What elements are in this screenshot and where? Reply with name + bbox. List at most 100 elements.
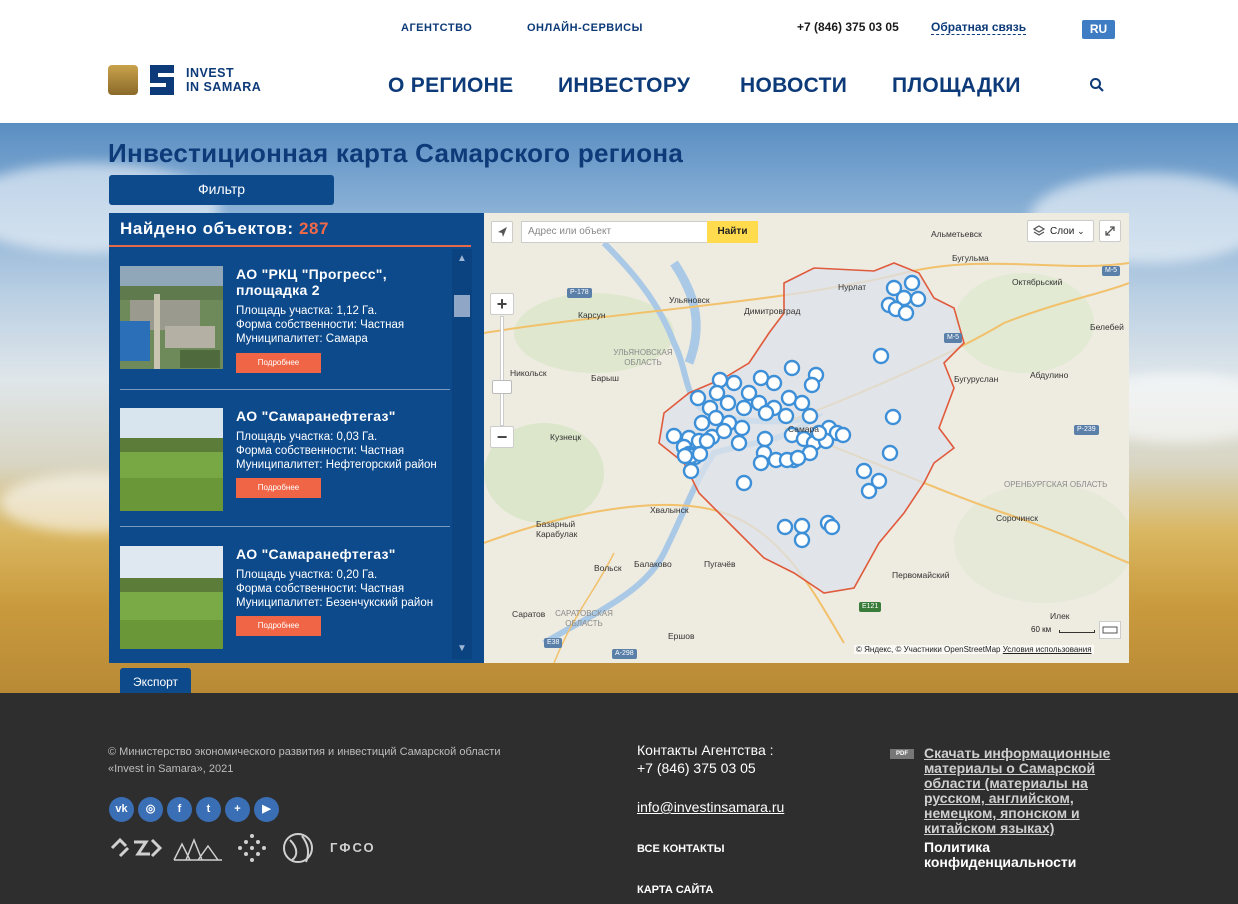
map-scale-label: 60 км xyxy=(1031,625,1052,634)
item-more-button[interactable]: Подробнее xyxy=(236,353,321,373)
item-title[interactable]: АО "Самаранефтегаз" xyxy=(236,546,456,562)
nav-news[interactable]: НОВОСТИ xyxy=(740,74,847,98)
map-city-label: Белебей xyxy=(1090,322,1124,332)
zoom-slider-handle[interactable] xyxy=(492,380,512,394)
list-item: АО "Самаранефтегаз" Площадь участка: 0,0… xyxy=(120,408,450,533)
results-panel: Найдено объектов: 287 АО "РКЦ "Прогресс"… xyxy=(109,213,484,663)
item-ownership: Форма собственности: Частная xyxy=(236,445,405,457)
item-photo[interactable] xyxy=(120,546,223,649)
all-contacts-link[interactable]: ВСЕ КОНТАКТЫ xyxy=(637,843,725,855)
item-title[interactable]: АО "РКЦ "Прогресс", площадка 2 xyxy=(236,266,456,298)
road-badge: Е38 xyxy=(544,638,563,648)
item-photo[interactable] xyxy=(120,408,223,511)
youtube-icon[interactable]: ▶ xyxy=(254,797,279,822)
site-footer: © Министерство экономического развития и… xyxy=(0,693,1238,904)
road-badge: E121 xyxy=(859,602,882,612)
twitter-icon[interactable]: t xyxy=(196,797,221,822)
map-city-label: Сорочинск xyxy=(996,513,1038,523)
header-phone[interactable]: +7 (846) 375 03 05 xyxy=(797,20,899,34)
road-badge: М-5 xyxy=(944,333,963,343)
map-city-label: Октябрьский xyxy=(1012,277,1063,287)
results-scrollbar[interactable]: ▲ ▼ xyxy=(452,249,472,659)
map-city-label: Балаково xyxy=(634,559,672,569)
item-title[interactable]: АО "Самаранефтегаз" xyxy=(236,408,456,424)
facebook-icon[interactable]: f xyxy=(167,797,192,822)
contacts-email[interactable]: info@investinsamara.ru xyxy=(637,799,784,815)
item-municipality: Муниципалитет: Безенчукский район xyxy=(236,597,434,609)
logo-line-2: IN SAMARA xyxy=(186,80,262,94)
map-city-label: Ульяновск xyxy=(669,295,710,305)
partner-logo-1-icon[interactable] xyxy=(108,832,164,864)
map-city-label: Альметьевск xyxy=(931,229,982,239)
fullscreen-button[interactable] xyxy=(1099,220,1121,242)
map-city-label: Пугачёв xyxy=(704,559,736,569)
partner-logo-3-icon[interactable] xyxy=(232,832,272,864)
nav-investor[interactable]: ИНВЕСТОРУ xyxy=(558,74,690,98)
layers-label: Слои xyxy=(1050,226,1075,237)
location-arrow-icon xyxy=(498,227,507,237)
partner-logo-4-icon[interactable] xyxy=(282,832,318,864)
ruler-icon xyxy=(1102,626,1118,634)
ruler-button[interactable] xyxy=(1099,621,1121,639)
item-more-button[interactable]: Подробнее xyxy=(236,478,321,498)
odnoklassniki-icon[interactable]: + xyxy=(225,797,250,822)
scroll-up-arrow-icon[interactable]: ▲ xyxy=(452,251,472,267)
map-city-label: Базарный Карабулак xyxy=(536,519,578,539)
vk-icon[interactable]: vk xyxy=(109,797,134,822)
road-badge: М-5 xyxy=(1102,266,1121,276)
map-city-label: Димитровград xyxy=(744,306,801,316)
zoom-slider-track[interactable] xyxy=(500,316,504,426)
partner-logo-2-icon[interactable] xyxy=(172,832,224,864)
nav-sites[interactable]: ПЛОЩАДКИ xyxy=(892,74,1021,98)
item-area: Площадь участка: 0,20 Га. xyxy=(236,569,378,581)
top-link-online-services[interactable]: ОНЛАЙН-СЕРВИСЫ xyxy=(527,22,643,34)
zoom-in-button[interactable]: + xyxy=(490,293,514,315)
contacts-phone[interactable]: +7 (846) 375 03 05 xyxy=(637,760,756,776)
site-logo[interactable]: INVEST IN SAMARA xyxy=(108,63,278,97)
logo-line-1: INVEST xyxy=(186,66,235,80)
map-region-label: УЛЬЯНОВСКАЯ ОБЛАСТЬ xyxy=(613,348,673,367)
search-icon[interactable] xyxy=(1089,77,1105,93)
chevron-down-icon: ⌄ xyxy=(1077,226,1085,236)
map-region-label: САРАТОВСКАЯ ОБЛАСТЬ xyxy=(555,609,613,628)
header-divider xyxy=(109,245,471,247)
privacy-policy-link[interactable]: Политика конфиденциальности xyxy=(924,840,1124,870)
partner-logo-5[interactable]: ГФСО xyxy=(330,832,376,864)
fullscreen-icon xyxy=(1105,226,1115,236)
invest-logo-mark-icon xyxy=(150,65,174,95)
item-more-button[interactable]: Подробнее xyxy=(236,616,321,636)
filter-button[interactable]: Фильтр xyxy=(109,175,334,205)
road-badge: Р-178 xyxy=(567,288,592,298)
nav-region[interactable]: О РЕГИОНЕ xyxy=(388,74,513,98)
item-municipality: Муниципалитет: Самара xyxy=(236,333,368,345)
geolocation-button[interactable] xyxy=(491,221,513,243)
terms-link[interactable]: Условия использования xyxy=(1003,645,1092,654)
investment-map[interactable]: Альметьевск Бугульма Октябрьский Ульянов… xyxy=(484,213,1129,663)
map-layers-button[interactable]: Слои ⌄ xyxy=(1027,220,1094,242)
feedback-link[interactable]: Обратная связь xyxy=(931,20,1027,35)
list-item: АО "РКЦ "Прогресс", площадка 2 Площадь у… xyxy=(120,266,450,391)
map-city-label: Нурлат xyxy=(838,282,867,292)
sitemap-link[interactable]: КАРТА САЙТА xyxy=(637,884,713,896)
scroll-thumb[interactable] xyxy=(454,295,470,317)
map-city-label: Бугуруслан xyxy=(954,374,999,384)
map-region-label: ОРЕНБУРГСКАЯ ОБЛАСТЬ xyxy=(1004,480,1108,489)
map-city-label: Карсун xyxy=(578,310,606,320)
contacts-title: Контакты Агентства : xyxy=(637,742,774,758)
found-count: 287 xyxy=(298,219,330,238)
item-photo[interactable] xyxy=(120,266,223,369)
map-city-label: Самара xyxy=(788,424,819,434)
zoom-out-button[interactable]: − xyxy=(490,426,514,448)
road-badge: А-298 xyxy=(612,649,637,659)
download-materials-link[interactable]: Скачать информационные материалы о Самар… xyxy=(924,746,1129,836)
item-divider xyxy=(120,389,450,390)
map-city-label: Хвалынск xyxy=(650,505,689,515)
scroll-down-arrow-icon[interactable]: ▼ xyxy=(452,641,472,657)
map-attribution: © Яндекс, © Участники OpenStreetMap Усло… xyxy=(854,645,1094,654)
map-search-button[interactable]: Найти xyxy=(707,221,758,243)
top-link-agency[interactable]: АГЕНТСТВО xyxy=(401,22,472,34)
instagram-icon[interactable]: ◎ xyxy=(138,797,163,822)
language-switch[interactable]: RU xyxy=(1082,20,1115,39)
list-item: АО "Самаранефтегаз" Площадь участка: 0,2… xyxy=(120,546,450,663)
export-button[interactable]: Экспорт xyxy=(120,668,191,693)
